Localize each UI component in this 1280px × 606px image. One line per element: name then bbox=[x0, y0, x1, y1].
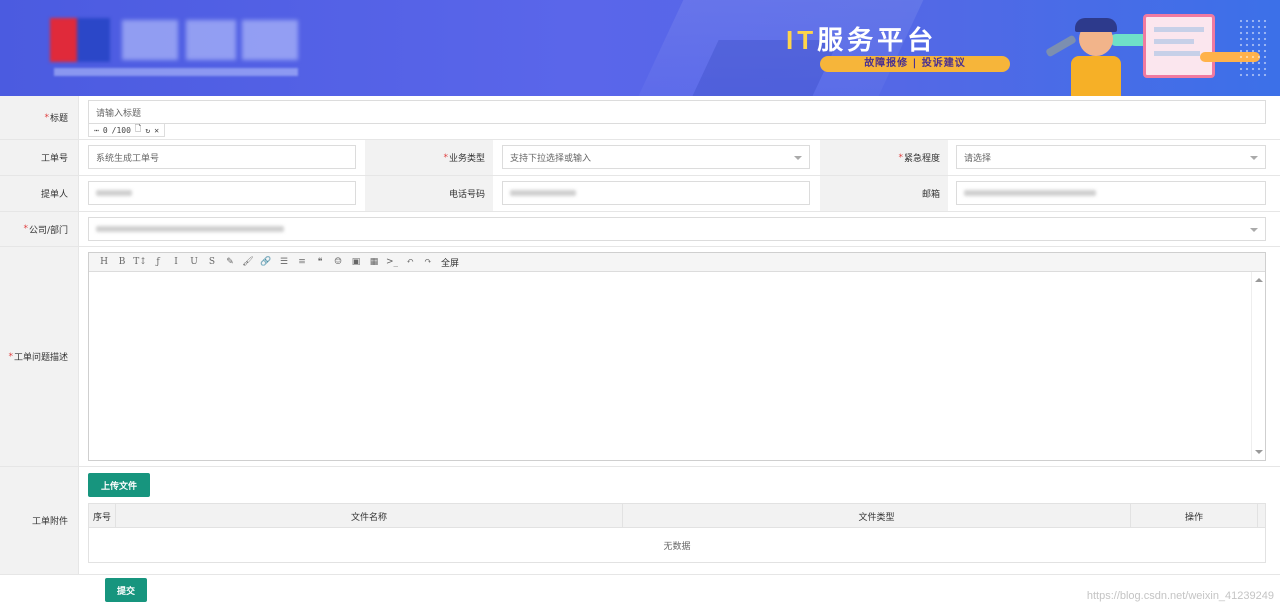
clipboard-illustration bbox=[1143, 14, 1215, 78]
editor-toolbar: H B T↕ ƒ I U S ✎ 🖌 🔗 ☰ ≡ ❝ ☺ ▣ ▦ >_ ↶ ↷ 全屏 bbox=[89, 253, 1265, 272]
title-label: * 标题 bbox=[0, 96, 79, 139]
repair-worker-illustration bbox=[1045, 18, 1145, 96]
submitter-input[interactable] bbox=[88, 181, 356, 205]
logo-text-blurred bbox=[186, 20, 236, 60]
brand-title-text: 服务平台 bbox=[817, 25, 938, 55]
align-icon[interactable]: ≡ bbox=[293, 254, 311, 270]
order-no-input[interactable]: 系统生成工单号 bbox=[88, 145, 356, 169]
char-count: 0 bbox=[102, 125, 108, 135]
chevron-down-icon bbox=[1250, 228, 1258, 232]
strikethrough-icon[interactable]: S bbox=[203, 254, 221, 270]
urgency-select[interactable]: 请选择 bbox=[956, 145, 1266, 169]
business-type-label: * 业务类型 bbox=[365, 140, 493, 175]
urgency-label: * 紧急程度 bbox=[820, 140, 948, 175]
business-type-select[interactable]: 支持下拉选择或输入 bbox=[502, 145, 810, 169]
attachments-label: 工单附件 bbox=[0, 467, 79, 574]
header-banner: IT服务平台 故障报修 | 投诉建议 bbox=[0, 0, 1280, 96]
submit-button[interactable]: 提交 bbox=[105, 578, 147, 602]
phone-input[interactable] bbox=[502, 181, 810, 205]
fullscreen-button[interactable]: 全屏 bbox=[437, 254, 463, 270]
title-char-counter: ⋯ 0 /100 🗋 ↻ ✕ bbox=[88, 123, 166, 137]
company-select[interactable] bbox=[88, 217, 1266, 241]
rich-text-editor[interactable]: H B T↕ ƒ I U S ✎ 🖌 🔗 ☰ ≡ ❝ ☺ ▣ ▦ >_ ↶ ↷ 全屏 bbox=[88, 252, 1266, 461]
upload-file-button[interactable]: 上传文件 bbox=[88, 473, 150, 497]
char-max: /100 bbox=[111, 125, 131, 135]
text-color-icon[interactable]: ✎ bbox=[221, 254, 239, 270]
attachments-table: 序号 文件名称 文件类型 操作 无数据 bbox=[88, 503, 1266, 563]
submitter-label: 提单人 bbox=[0, 176, 79, 211]
background-color-icon[interactable]: 🖌 bbox=[239, 254, 257, 270]
brand-tagline: 故障报修 | 投诉建议 bbox=[820, 56, 1010, 72]
underline-icon[interactable]: U bbox=[185, 254, 203, 270]
description-label: * 工单问题描述 bbox=[0, 247, 79, 466]
bold-icon[interactable]: B bbox=[113, 254, 131, 270]
order-no-label: 工单号 bbox=[0, 140, 79, 175]
email-label: 邮箱 bbox=[820, 176, 948, 211]
brand-prefix: IT bbox=[786, 25, 818, 55]
emoji-icon[interactable]: ☺ bbox=[329, 254, 347, 270]
column-header-actions: 操作 bbox=[1131, 504, 1258, 528]
chevron-down-icon bbox=[1250, 156, 1258, 160]
redacted-value bbox=[964, 190, 1096, 196]
logo-subtext-blurred bbox=[54, 68, 298, 76]
editor-scrollbar[interactable] bbox=[1251, 272, 1265, 460]
quote-icon[interactable]: ❝ bbox=[311, 254, 329, 270]
italic-icon[interactable]: I bbox=[167, 254, 185, 270]
heading-icon[interactable]: H bbox=[95, 254, 113, 270]
email-input[interactable] bbox=[956, 181, 1266, 205]
redacted-value bbox=[96, 226, 284, 232]
column-header-index: 序号 bbox=[89, 504, 116, 528]
copy-icon[interactable]: 🗋 bbox=[135, 123, 141, 137]
clear-icon[interactable]: ✕ bbox=[154, 126, 159, 135]
font-size-icon[interactable]: T↕ bbox=[131, 254, 149, 270]
logo-text-blurred bbox=[122, 20, 178, 60]
brand-title: IT服务平台 bbox=[786, 20, 937, 57]
chevron-down-icon bbox=[794, 156, 802, 160]
watermark: https://blog.csdn.net/weixin_41239249 bbox=[1086, 590, 1274, 602]
column-header-file-name: 文件名称 bbox=[116, 504, 623, 528]
phone-label: 电话号码 bbox=[365, 176, 493, 211]
company-logo bbox=[50, 16, 300, 76]
font-family-icon[interactable]: ƒ bbox=[149, 254, 167, 270]
redacted-value bbox=[96, 190, 132, 196]
table-header: 序号 文件名称 文件类型 操作 bbox=[89, 504, 1265, 528]
company-label: * 公司/部门 bbox=[0, 212, 79, 246]
code-icon[interactable]: >_ bbox=[383, 254, 401, 270]
dot-pattern bbox=[1238, 18, 1268, 78]
title-input[interactable]: 请输入标题 bbox=[88, 100, 1266, 124]
logo-mark bbox=[50, 18, 110, 62]
table-icon[interactable]: ▦ bbox=[365, 254, 383, 270]
more-icon[interactable]: ⋯ bbox=[94, 126, 99, 135]
redo-icon[interactable]: ↷ bbox=[419, 254, 437, 270]
table-empty-text: 无数据 bbox=[663, 542, 691, 552]
link-icon[interactable]: 🔗 bbox=[257, 254, 275, 270]
logo-text-blurred bbox=[242, 20, 298, 60]
scroll-down-icon[interactable] bbox=[1255, 450, 1263, 454]
column-header-file-type: 文件类型 bbox=[623, 504, 1131, 528]
undo-icon[interactable]: ↶ bbox=[401, 254, 419, 270]
image-icon[interactable]: ▣ bbox=[347, 254, 365, 270]
refresh-icon[interactable]: ↻ bbox=[145, 126, 150, 135]
redacted-value bbox=[510, 190, 576, 196]
list-icon[interactable]: ☰ bbox=[275, 254, 293, 270]
scroll-up-icon[interactable] bbox=[1255, 278, 1263, 282]
wrench-icon bbox=[1045, 34, 1077, 58]
